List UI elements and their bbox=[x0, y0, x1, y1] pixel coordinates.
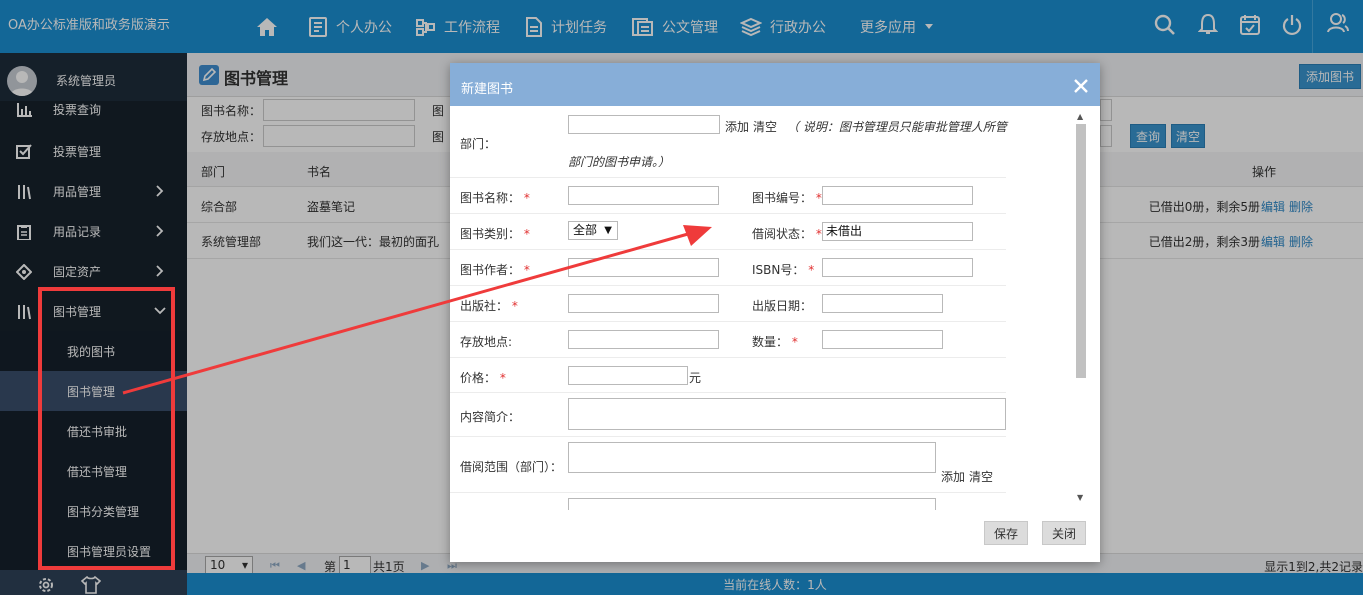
caret-down-icon: ▼ bbox=[604, 225, 612, 236]
required-mark: * bbox=[788, 335, 798, 349]
label-text: ISBN号： bbox=[752, 263, 805, 277]
required-mark: * bbox=[804, 263, 815, 277]
borrow-status-input[interactable]: 未借出 bbox=[822, 222, 973, 241]
author-input[interactable] bbox=[568, 258, 719, 277]
quantity-input[interactable] bbox=[822, 330, 943, 349]
row-divider bbox=[450, 249, 1006, 250]
row-divider bbox=[450, 492, 1006, 493]
required-mark: * bbox=[508, 299, 518, 313]
required-mark: * bbox=[496, 371, 506, 385]
label-borrow-status: 借阅状态： * bbox=[752, 225, 822, 242]
label-location: 存放地点: bbox=[460, 335, 513, 349]
label-category: 图书类别： * bbox=[460, 225, 530, 242]
row-divider bbox=[450, 436, 1006, 437]
book-no-input[interactable] bbox=[822, 186, 973, 205]
label-book-name: 图书名称： * bbox=[460, 189, 530, 206]
dept-input[interactable] bbox=[568, 115, 720, 134]
label-pub-date: 出版日期： bbox=[752, 299, 813, 313]
row-divider bbox=[450, 285, 1006, 286]
scope-clear-link[interactable]: 清空 bbox=[969, 468, 993, 485]
label-publisher: 出版社： * bbox=[460, 297, 518, 314]
label-text: 价格： bbox=[460, 371, 497, 385]
category-select[interactable]: 全部 ▼ bbox=[568, 221, 618, 240]
label-scope: 借阅范围（部门）： bbox=[460, 460, 563, 474]
label-text: 图书类别： bbox=[460, 227, 521, 241]
label-isbn: ISBN号： * bbox=[752, 261, 814, 278]
label-text: 图书编号： bbox=[752, 191, 813, 205]
label-price: 价格： * bbox=[460, 369, 506, 386]
isbn-input[interactable] bbox=[822, 258, 973, 277]
price-input[interactable] bbox=[568, 366, 688, 385]
pub-date-input[interactable] bbox=[822, 294, 943, 313]
dept-clear-link[interactable]: 清空 bbox=[753, 118, 777, 135]
scope-add-link[interactable]: 添加 bbox=[941, 468, 965, 485]
dept-add-link[interactable]: 添加 bbox=[725, 118, 749, 135]
save-button[interactable]: 保存 bbox=[984, 521, 1028, 545]
row-divider bbox=[450, 392, 1006, 393]
dept-note: （ 说明：图书管理员只能审批管理人所管 bbox=[787, 120, 1007, 134]
close-button[interactable]: 关闭 bbox=[1042, 521, 1086, 545]
dialog-header bbox=[450, 63, 1100, 106]
dialog-scrollbar-thumb[interactable] bbox=[1076, 124, 1086, 378]
label-book-no: 图书编号： * bbox=[752, 189, 822, 206]
location-input[interactable] bbox=[568, 330, 719, 349]
label-summary: 内容简介： bbox=[460, 410, 521, 424]
row-divider bbox=[450, 357, 1006, 358]
scroll-up-icon[interactable]: ▲ bbox=[1077, 112, 1083, 121]
dept-note-2: 部门的图书申请。） bbox=[568, 155, 671, 169]
required-mark: * bbox=[520, 263, 530, 277]
row-divider bbox=[450, 321, 1006, 322]
dialog-title: 新建图书 bbox=[461, 82, 514, 97]
scroll-down-icon[interactable]: ▼ bbox=[1077, 493, 1083, 502]
required-mark: * bbox=[812, 227, 822, 241]
required-mark: * bbox=[520, 227, 530, 241]
extra-textarea[interactable] bbox=[568, 498, 936, 510]
label-text: 数量： bbox=[752, 335, 789, 349]
label-text: 图书作者： bbox=[460, 263, 521, 277]
label-text: 图书名称： bbox=[460, 191, 521, 205]
label-quantity: 数量： * bbox=[752, 333, 798, 350]
category-value: 全部 bbox=[573, 223, 598, 237]
summary-textarea[interactable] bbox=[568, 398, 1006, 430]
book-name-input[interactable] bbox=[568, 186, 719, 205]
required-mark: * bbox=[520, 191, 530, 205]
label-dept: 部门： bbox=[460, 137, 497, 151]
row-divider bbox=[450, 213, 1006, 214]
scope-textarea[interactable] bbox=[568, 442, 936, 473]
required-mark: * bbox=[812, 191, 822, 205]
label-text: 出版社： bbox=[460, 299, 509, 313]
label-text: 借阅状态： bbox=[752, 227, 813, 241]
publisher-input[interactable] bbox=[568, 294, 719, 313]
row-divider bbox=[450, 177, 1006, 178]
label-author: 图书作者： * bbox=[460, 261, 530, 278]
close-icon[interactable] bbox=[1074, 79, 1088, 93]
price-unit: 元 bbox=[689, 371, 702, 385]
